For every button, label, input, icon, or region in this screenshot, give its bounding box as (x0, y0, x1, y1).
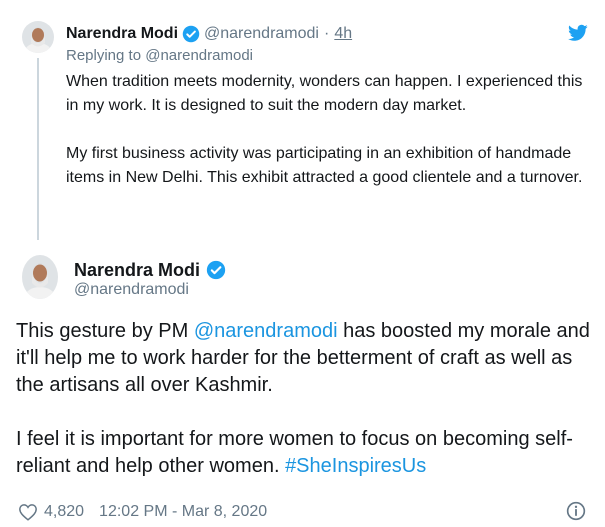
author-name-row: Narendra Modi (74, 258, 226, 282)
info-icon[interactable] (566, 501, 586, 521)
like-count[interactable]: 4,820 (44, 503, 84, 521)
replying-handle-link[interactable]: @narendramodi (145, 47, 253, 64)
tweet-timestamp[interactable]: 12:02 PM - Mar 8, 2020 (99, 503, 267, 521)
verified-badge-icon (206, 260, 226, 280)
twitter-logo-icon[interactable] (568, 24, 588, 42)
tweet-text-part: This gesture by PM (16, 320, 194, 342)
parent-avatar[interactable] (22, 21, 54, 53)
author-avatar[interactable] (22, 255, 58, 299)
tweet-footer: 4,820 12:02 PM - Mar 8, 2020 (18, 500, 267, 524)
hashtag-link[interactable]: #SheInspiresUs (285, 455, 426, 477)
parent-paragraph: My first business activity was participa… (66, 145, 583, 186)
parent-header: Narendra Modi @narendramodi · 4h (66, 23, 352, 45)
avatar-image (22, 21, 54, 53)
parent-author-handle[interactable]: @narendramodi (204, 25, 319, 43)
verified-badge-icon (182, 25, 200, 43)
tweet-text: This gesture by PM @narendramodi has boo… (16, 318, 601, 480)
parent-author-name[interactable]: Narendra Modi (66, 25, 178, 43)
avatar-image (22, 255, 58, 299)
mention-link[interactable]: @narendramodi (194, 320, 338, 342)
separator-dot: · (323, 25, 330, 42)
replying-to: Replying to @narendramodi (66, 47, 253, 64)
replying-prefix: Replying to (66, 47, 142, 64)
author-handle[interactable]: @narendramodi (74, 281, 189, 299)
thread-line (37, 58, 39, 240)
tweet-paragraph: This gesture by PM @narendramodi has boo… (16, 318, 601, 399)
parent-tweet-text: When tradition meets modernity, wonders … (66, 70, 586, 190)
tweet-paragraph: I feel it is important for more women to… (16, 426, 601, 480)
parent-paragraph: When tradition meets modernity, wonders … (66, 73, 583, 114)
parent-time-link[interactable]: 4h (334, 25, 352, 43)
heart-icon[interactable] (18, 503, 38, 521)
author-name[interactable]: Narendra Modi (74, 260, 200, 281)
